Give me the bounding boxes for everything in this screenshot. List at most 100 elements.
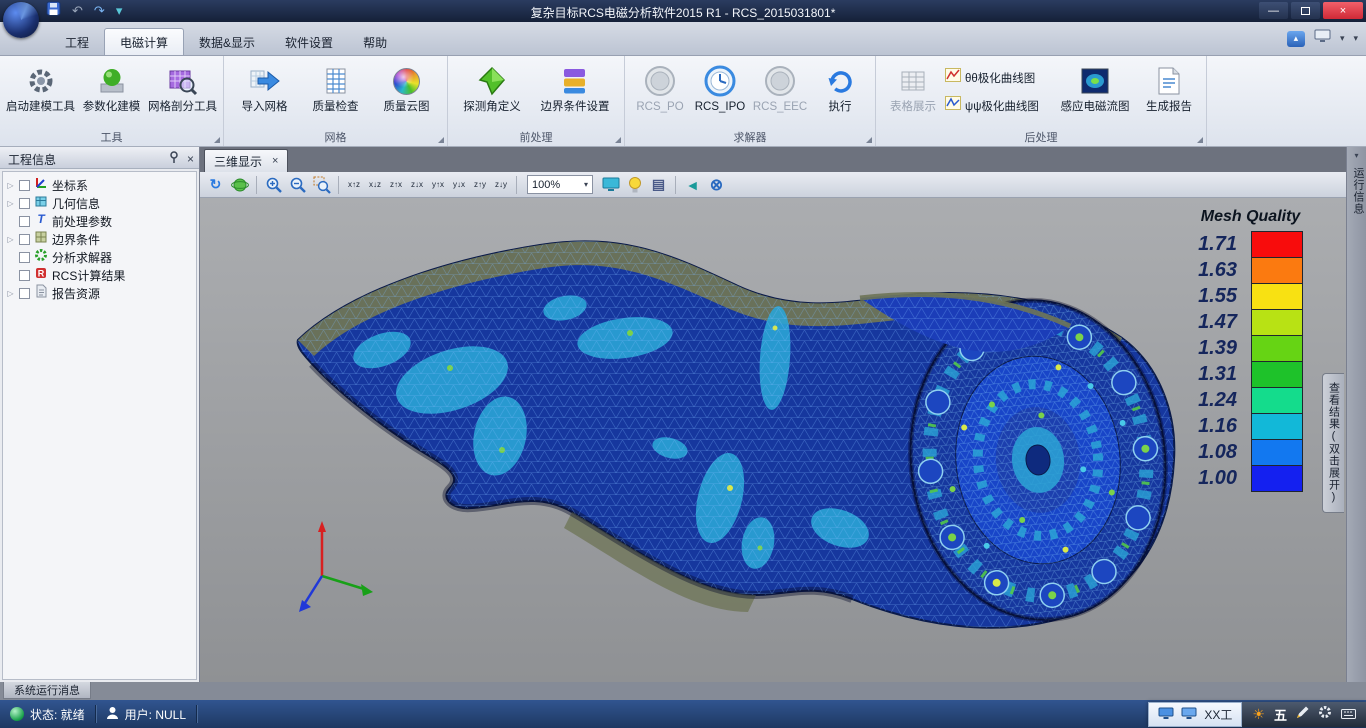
ribbon-tab-em-computation[interactable]: 电磁计算 bbox=[104, 28, 184, 55]
light-bulb-icon[interactable] bbox=[624, 174, 645, 195]
solver-rcs-eec-button: RCS_EEC bbox=[750, 60, 810, 114]
tree-item-preprocess-params[interactable]: T 前处理参数 bbox=[3, 212, 196, 230]
monitor-icon[interactable] bbox=[1181, 707, 1197, 723]
zoom-level-combo[interactable]: 100% ▾ bbox=[527, 175, 593, 194]
em-current-map-icon bbox=[1081, 61, 1109, 101]
view-axis-button[interactable]: x↓z bbox=[366, 176, 384, 194]
pen-icon[interactable] bbox=[1296, 706, 1309, 724]
tree-item-boundary-conditions[interactable]: ▷ 边界条件 bbox=[3, 230, 196, 248]
quick-access-caret-icon[interactable]: ▾ bbox=[116, 1, 123, 21]
tree-item-report-resources[interactable]: ▷ 报告资源 bbox=[3, 284, 196, 302]
parametric-modeling-button[interactable]: 参数化建模 bbox=[76, 60, 147, 114]
more-options-caret-icon[interactable]: ▾ bbox=[1353, 33, 1358, 44]
ribbon-tab-project[interactable]: 工程 bbox=[50, 28, 104, 55]
induced-current-map-button[interactable]: 感应电磁流图 bbox=[1053, 60, 1137, 114]
view-axis-button[interactable]: z↓y bbox=[492, 176, 510, 194]
ime-tray-text[interactable]: XX工 bbox=[1204, 706, 1232, 723]
tree-item-coordinate-system[interactable]: ▷ 坐标系 bbox=[3, 176, 196, 194]
redo-icon[interactable]: ↷ bbox=[94, 1, 105, 21]
view-axis-button[interactable]: z↑y bbox=[471, 176, 489, 194]
generate-report-button[interactable]: 生成报告 bbox=[1137, 60, 1201, 114]
button-label: 网格剖分工具 bbox=[148, 101, 217, 114]
expand-arrow-icon[interactable]: ▷ bbox=[6, 235, 15, 244]
ime-settings-gear-icon[interactable] bbox=[1318, 705, 1332, 724]
theta-polarization-curve-button[interactable]: θθ极化曲线图 bbox=[945, 68, 1053, 87]
import-mesh-button[interactable]: 导入网格 bbox=[229, 60, 300, 114]
save-icon[interactable] bbox=[46, 1, 61, 21]
3d-model[interactable] bbox=[200, 198, 1346, 682]
orbit-icon[interactable] bbox=[229, 174, 250, 195]
monitor-icon[interactable] bbox=[1158, 707, 1174, 723]
view-results-tab[interactable]: 查看结果(双击展开) bbox=[1322, 373, 1344, 513]
run-info-strip[interactable]: ▾ 运行信息 bbox=[1346, 147, 1366, 682]
boundary-settings-button[interactable]: 边界条件设置 bbox=[531, 60, 619, 114]
close-button[interactable]: × bbox=[1323, 2, 1363, 19]
keyboard-icon[interactable] bbox=[1341, 706, 1356, 724]
system-messages-tab[interactable]: 系统运行消息 bbox=[3, 682, 91, 699]
view-axis-button[interactable]: y↓x bbox=[450, 176, 468, 194]
tree-item-geometry-info[interactable]: ▷ 几何信息 bbox=[3, 194, 196, 212]
expand-arrow-icon[interactable]: ▷ bbox=[6, 181, 15, 190]
maximize-button[interactable] bbox=[1291, 2, 1320, 19]
dialog-launcher-icon[interactable] bbox=[438, 137, 444, 143]
dialog-launcher-icon[interactable] bbox=[866, 137, 872, 143]
tree-checkbox[interactable] bbox=[19, 216, 30, 227]
ime-logo-icon[interactable]: ☀ bbox=[1252, 706, 1265, 723]
share-view-icon[interactable]: ◄ bbox=[682, 174, 703, 195]
execute-button[interactable]: 执行 bbox=[810, 60, 870, 114]
tree-checkbox[interactable] bbox=[19, 198, 30, 209]
run-info-tab[interactable]: 运行信息 bbox=[1347, 167, 1366, 215]
ime-tray[interactable]: XX工 bbox=[1148, 702, 1242, 727]
zoom-in-icon[interactable] bbox=[263, 174, 284, 195]
tree-item-rcs-results[interactable]: R RCS计算结果 bbox=[3, 266, 196, 284]
tab-3d-display[interactable]: 三维显示 × bbox=[204, 149, 288, 172]
quality-check-button[interactable]: 质量检查 bbox=[300, 60, 371, 114]
close-view-icon[interactable]: ⊗ bbox=[706, 174, 727, 195]
view-axis-button[interactable]: y↑x bbox=[429, 176, 447, 194]
display-settings-caret-icon[interactable]: ▾ bbox=[1340, 33, 1345, 44]
display-settings-icon[interactable] bbox=[1314, 29, 1331, 48]
tree-checkbox[interactable] bbox=[19, 252, 30, 263]
strip-caret-icon[interactable]: ▾ bbox=[1347, 151, 1366, 160]
panel-close-icon[interactable]: × bbox=[187, 153, 194, 165]
psi-polarization-curve-button[interactable]: ψψ极化曲线图 bbox=[945, 96, 1053, 115]
probe-angle-button[interactable]: 探测角定义 bbox=[453, 60, 531, 114]
view-axis-button[interactable]: z↓x bbox=[408, 176, 426, 194]
solver-rcs-ipo-button[interactable]: RCS_IPO bbox=[690, 60, 750, 114]
quality-contour-button[interactable]: 质量云图 bbox=[371, 60, 442, 114]
tree-checkbox[interactable] bbox=[19, 270, 30, 281]
zoom-window-icon[interactable] bbox=[311, 174, 332, 195]
table-display-button: 表格展示 bbox=[881, 60, 945, 114]
pin-icon[interactable] bbox=[169, 151, 179, 166]
tree-checkbox[interactable] bbox=[19, 234, 30, 245]
tab-close-icon[interactable]: × bbox=[272, 155, 278, 167]
ribbon-tab-settings[interactable]: 软件设置 bbox=[270, 28, 348, 55]
view-axis-button[interactable]: z↑x bbox=[387, 176, 405, 194]
expand-arrow-icon[interactable]: ▷ bbox=[6, 289, 15, 298]
ribbon-tab-data-display[interactable]: 数据&显示 bbox=[184, 28, 270, 55]
ime-mode-indicator[interactable]: 五 bbox=[1274, 705, 1287, 724]
3d-viewport[interactable]: Mesh Quality 1.71 1.63 1.55 1.47 1.39 1.… bbox=[200, 198, 1346, 682]
app-logo bbox=[3, 2, 39, 38]
legend-row: 1.16 bbox=[1198, 413, 1303, 440]
view-axis-button[interactable]: x↑z bbox=[345, 176, 363, 194]
dialog-launcher-icon[interactable] bbox=[1197, 137, 1203, 143]
dialog-launcher-icon[interactable] bbox=[615, 137, 621, 143]
zoom-out-icon[interactable] bbox=[287, 174, 308, 195]
collapse-ribbon-icon[interactable]: ▴ bbox=[1287, 31, 1305, 47]
button-label: 边界条件设置 bbox=[541, 101, 610, 114]
minimize-button[interactable]: — bbox=[1259, 2, 1288, 19]
dialog-launcher-icon[interactable] bbox=[214, 137, 220, 143]
render-display-icon[interactable] bbox=[600, 174, 621, 195]
undo-icon[interactable]: ↶ bbox=[72, 1, 83, 21]
ribbon-group-mesh: 导入网格 质量检查 质量云图 网格 bbox=[224, 56, 448, 146]
mesh-partition-tool-button[interactable]: 网格剖分工具 bbox=[147, 60, 218, 114]
tree-item-analysis-solver[interactable]: 分析求解器 bbox=[3, 248, 196, 266]
layers-icon[interactable]: ▤ bbox=[648, 174, 669, 195]
rotate-view-icon[interactable]: ↻ bbox=[205, 174, 226, 195]
start-modeling-tool-button[interactable]: 启动建模工具 bbox=[5, 60, 76, 114]
ribbon-tab-help[interactable]: 帮助 bbox=[348, 28, 402, 55]
tree-checkbox[interactable] bbox=[19, 180, 30, 191]
expand-arrow-icon[interactable]: ▷ bbox=[6, 199, 15, 208]
tree-checkbox[interactable] bbox=[19, 288, 30, 299]
